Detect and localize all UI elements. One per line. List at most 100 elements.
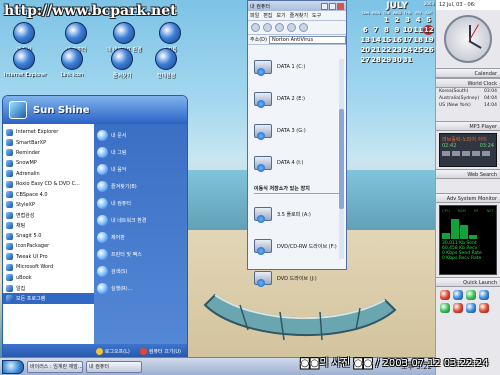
drive-item[interactable]: DVD/CD-RW 드라이브 (F:) — [254, 230, 342, 262]
calendar-day[interactable]: 15 — [381, 35, 392, 45]
program-item[interactable]: Adrenalin — [3, 169, 94, 179]
prev-button[interactable] — [442, 151, 450, 156]
stop-button[interactable] — [472, 151, 480, 156]
drive-item[interactable]: DVD 드라이브 (J:) — [254, 262, 342, 294]
program-item[interactable]: Reminder — [3, 148, 94, 158]
minimize-button[interactable] — [321, 2, 328, 10]
mp3-panel-header[interactable]: MP3 Player — [436, 121, 500, 131]
drive-item[interactable]: DATA 2 (E:) — [254, 83, 342, 115]
calendar-day[interactable]: 11 — [413, 25, 424, 35]
drive-item[interactable]: 3.5 플로피 (A:) — [254, 198, 342, 230]
calendar-day[interactable]: 19 — [423, 35, 434, 45]
web-search-panel-header[interactable]: Web Search — [436, 169, 500, 179]
calendar-day[interactable]: 7 — [371, 25, 382, 35]
calendar-day[interactable]: 30 — [392, 55, 403, 65]
calendar-day[interactable]: 1 — [381, 15, 392, 25]
next-button[interactable] — [482, 151, 490, 156]
drive-item[interactable]: DATA 4 (I:) — [254, 147, 342, 179]
program-item[interactable]: Microsoft Word — [3, 262, 94, 272]
menu-tools[interactable]: 도구 — [312, 12, 321, 19]
taskbar-button[interactable]: 바이러스 : 임계란 재발... — [27, 360, 83, 373]
calendar-day[interactable]: 24 — [402, 45, 413, 55]
back-icon[interactable] — [251, 23, 260, 32]
drive-item[interactable]: DATA 1 (C:) — [254, 51, 342, 83]
quick-launch-panel-header[interactable]: Quick Launch — [436, 277, 500, 287]
place-item[interactable]: 내 컴퓨터 — [94, 195, 187, 212]
calendar-day[interactable]: 25 — [413, 45, 424, 55]
calendar-day[interactable]: 21 — [371, 45, 382, 55]
calendar-day[interactable]: 20 — [360, 45, 371, 55]
taskbar-button[interactable]: 내 컴퓨터 — [86, 360, 142, 373]
up-folder-icon[interactable] — [275, 23, 284, 32]
calendar-day[interactable]: 26 — [423, 45, 434, 55]
calendar-day[interactable]: 16 — [392, 35, 403, 45]
web-search-area[interactable] — [436, 179, 500, 193]
menu-file[interactable]: 파일 — [250, 12, 259, 19]
scrollbar-thumb[interactable] — [339, 109, 344, 209]
window-titlebar[interactable]: 내 컴퓨터 — [248, 1, 346, 11]
calendar-day[interactable]: 23 — [392, 45, 403, 55]
calendar-day[interactable]: 4 — [413, 15, 424, 25]
place-item[interactable]: 실행(R)... — [94, 280, 187, 297]
address-input[interactable]: Norton AntiVirus — [268, 35, 346, 44]
quick-launch-icon[interactable] — [440, 290, 450, 300]
menu-favorites[interactable]: 즐겨찾기 — [290, 12, 308, 19]
world-clock-panel-header[interactable]: World Clock — [436, 78, 500, 88]
program-item[interactable]: CBSpace 4.0 — [3, 189, 94, 199]
vertical-scrollbar[interactable] — [339, 59, 344, 259]
program-item[interactable]: uBook — [3, 272, 94, 282]
place-item[interactable]: 제어판 — [94, 229, 187, 246]
place-item[interactable]: 프린터 및 팩스 — [94, 246, 187, 263]
desktop-icon-favorites[interactable]: 즐겨찾기 — [102, 48, 142, 79]
calendar-day[interactable]: 13 — [360, 35, 371, 45]
calendar-day[interactable]: 2 — [392, 15, 403, 25]
calendar-panel-header[interactable]: Calendar — [436, 68, 500, 78]
calendar-day[interactable]: 9 — [392, 25, 403, 35]
program-item[interactable]: 면접완성 — [3, 210, 94, 220]
quick-launch-icon[interactable] — [479, 290, 489, 300]
calendar-day[interactable]: 6 — [360, 25, 371, 35]
program-item[interactable]: Internet Explorer — [3, 127, 94, 137]
quick-launch-icon[interactable] — [479, 303, 489, 313]
calendar-day[interactable]: 28 — [371, 55, 382, 65]
search-icon[interactable] — [287, 23, 296, 32]
system-monitor-panel-header[interactable]: Adv System Monitor — [436, 193, 500, 203]
maximize-button[interactable] — [329, 2, 336, 10]
program-item[interactable]: Tweak UI Pro — [3, 252, 94, 262]
pause-button[interactable] — [462, 151, 470, 156]
program-item[interactable]: 알집 — [3, 283, 94, 293]
place-item[interactable]: 내 음악 — [94, 161, 187, 178]
place-item[interactable]: 검색(S) — [94, 263, 187, 280]
desktop-icon-internet-explorer[interactable]: Internet Explorer — [4, 48, 46, 78]
play-button[interactable] — [452, 151, 460, 156]
program-item[interactable]: Roxio Easy CD & DVD C... — [3, 179, 94, 189]
start-button[interactable] — [2, 359, 24, 374]
drive-item[interactable]: DATA 3 (G:) — [254, 115, 342, 147]
place-item[interactable]: 내 문서 — [94, 127, 187, 144]
calendar-day[interactable]: 17 — [402, 35, 413, 45]
place-item[interactable]: 즐겨찾기(B) — [94, 178, 187, 195]
program-item[interactable]: 채팅 — [3, 221, 94, 231]
forward-icon[interactable] — [263, 23, 272, 32]
place-item[interactable]: 내 네트워크 환경 — [94, 212, 187, 229]
calendar-day[interactable]: 10 — [402, 25, 413, 35]
folders-icon[interactable] — [299, 23, 308, 32]
quick-launch-icon[interactable] — [466, 290, 476, 300]
calendar-day[interactable]: 18 — [413, 35, 424, 45]
calendar-day[interactable]: 27 — [360, 55, 371, 65]
menu-edit[interactable]: 편집 — [263, 12, 272, 19]
program-item[interactable]: IconPackager — [3, 241, 94, 251]
program-item[interactable]: SnowMP — [3, 158, 94, 168]
shutdown-button[interactable]: 컴퓨터 끄기(U) — [139, 347, 181, 355]
program-item[interactable]: Snagit 5.0 — [3, 231, 94, 241]
user-avatar[interactable] — [9, 101, 27, 119]
menu-view[interactable]: 보기 — [276, 12, 285, 19]
calendar-day[interactable]: 22 — [381, 45, 392, 55]
quick-launch-icon[interactable] — [453, 290, 463, 300]
quick-launch-icon[interactable] — [466, 303, 476, 313]
desktop-icon-link[interactable]: Link Icon — [52, 48, 92, 78]
quick-launch-icon[interactable] — [453, 303, 463, 313]
program-item[interactable]: SmartBarXP — [3, 137, 94, 147]
calendar-day[interactable]: 8 — [381, 25, 392, 35]
calendar-day[interactable]: 29 — [381, 55, 392, 65]
